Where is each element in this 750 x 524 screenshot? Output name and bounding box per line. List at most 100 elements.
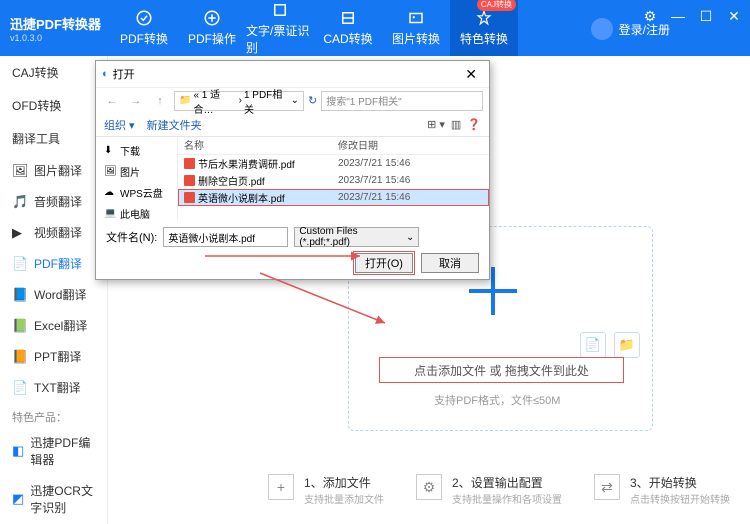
sidebar-item-image-translate[interactable]: 🖼图片翻译	[0, 155, 107, 186]
tab-label: 文字/票证识别	[246, 22, 314, 56]
file-row[interactable]: 删除空白页.pdf2023/7/21 15:46	[178, 172, 489, 189]
sidebar-item-txt-translate[interactable]: 📄TXT翻译	[0, 372, 107, 403]
add-file-icon[interactable]: 📄	[580, 332, 606, 358]
tree-downloads[interactable]: ⬇下载	[96, 140, 177, 161]
filename-label: 文件名(N):	[106, 229, 157, 245]
sidebar-item-excel-translate[interactable]: 📗Excel翻译	[0, 310, 107, 341]
tree-pictures[interactable]: 🖼图片	[96, 161, 177, 182]
sidebar-item-pdf-translate[interactable]: 📄 PDF翻译	[0, 248, 107, 279]
tree-label: 此电脑	[120, 206, 150, 221]
dialog-toolbar: 组织 ▾ 新建文件夹 ⊞ ▾ ▥ ❓	[96, 113, 489, 137]
avatar-icon	[591, 18, 613, 40]
filetype-dropdown[interactable]: Custom Files (*.pdf;*.pdf)⌄	[294, 227, 419, 247]
tab-label: 图片转换	[392, 30, 440, 47]
step-sub: 支持批量添加文件	[304, 491, 384, 506]
maximize-icon[interactable]: ☐	[698, 8, 714, 25]
pdf-file-icon	[184, 158, 195, 169]
search-input[interactable]: 搜索"1 PDF相关"	[321, 91, 483, 111]
step-sub: 点击转换按钮开始转换	[630, 491, 730, 506]
col-date[interactable]: 修改日期	[338, 137, 438, 154]
dropzone-hint-text: 点击添加文件 或 拖拽文件到此处	[414, 362, 589, 379]
search-placeholder: 搜索"1 PDF相关"	[326, 93, 401, 108]
breadcrumb[interactable]: 📁 « 1 适合… › 1 PDF相关 ⌄	[174, 91, 304, 111]
sidebar-item-label: PDF翻译	[34, 255, 82, 272]
sidebar-group-caj[interactable]: CAJ转换	[0, 56, 107, 89]
tab-pdf-op[interactable]: PDF操作	[178, 0, 246, 56]
sidebar-item-ppt-translate[interactable]: 📙 PPT翻译	[0, 341, 107, 372]
breadcrumb-part: « 1 适合…	[193, 86, 236, 116]
new-folder-button[interactable]: 新建文件夹	[147, 117, 202, 133]
sidebar-item-label: Excel翻译	[34, 317, 87, 334]
tree-wps-cloud[interactable]: ☁WPS云盘	[96, 182, 177, 203]
sidebar-item-label: 迅捷OCR文字识别	[30, 482, 95, 516]
file-date: 2023/7/21 15:46	[338, 158, 438, 169]
tab-label: 特色转换	[460, 30, 508, 47]
sidebar-item-video-translate[interactable]: ▶视频翻译	[0, 217, 107, 248]
col-name[interactable]: 名称	[178, 137, 338, 154]
steps-row: + 1、添加文件支持批量添加文件 ⚙ 2、设置输出配置支持批量操作和各项设置 ⇄…	[268, 474, 730, 506]
pdf-file-icon	[184, 175, 195, 186]
sidebar-group-translate[interactable]: 翻译工具	[0, 122, 107, 155]
sidebar-special-ocr[interactable]: ◩ 迅捷OCR文字识别	[0, 475, 107, 523]
add-folder-icon[interactable]: 📁	[614, 332, 640, 358]
tab-cad[interactable]: CAD转换	[314, 0, 382, 56]
tab-label: PDF操作	[188, 30, 236, 47]
sidebar-item-label: PPT翻译	[34, 348, 81, 365]
pdf-file-icon	[184, 192, 195, 203]
file-open-dialog: ◐打开 ✕ ← → ↑ 📁 « 1 适合… › 1 PDF相关 ⌄ ↻ 搜索"1…	[95, 60, 490, 280]
sidebar-item-label: Word翻译	[34, 286, 86, 303]
step-2: ⚙ 2、设置输出配置支持批量操作和各项设置	[416, 474, 562, 506]
audio-icon: 🎵	[12, 194, 28, 210]
nav-back-icon[interactable]: ←	[102, 95, 122, 107]
tab-badge: CAJ转换	[477, 0, 516, 11]
ppt-icon: 📙	[12, 349, 28, 365]
preview-pane-icon[interactable]: ▥	[451, 118, 461, 131]
step-title: 设置输出配置	[471, 476, 543, 490]
file-row-selected[interactable]: 英语微小说剧本.pdf2023/7/21 15:46	[178, 189, 489, 206]
tree-label: 图片	[120, 164, 140, 179]
header-tabs: PDF转换 PDF操作 文字/票证识别 CAD转换 图片转换 CAJ转换特色转换	[110, 0, 518, 56]
view-mode-icon[interactable]: ⊞ ▾	[427, 118, 445, 131]
sidebar-special-pdf-editor[interactable]: ◧迅捷PDF编辑器	[0, 427, 107, 475]
ocr-icon: ◩	[12, 491, 24, 507]
app-logo: 迅捷PDF转换器 v1.0.3.0	[0, 14, 110, 43]
step-1: + 1、添加文件支持批量添加文件	[268, 474, 384, 506]
dialog-titlebar: ◐打开 ✕	[96, 61, 489, 87]
file-row[interactable]: 节后水果消费调研.pdf2023/7/21 15:46	[178, 155, 489, 172]
help-icon[interactable]: ❓	[467, 118, 481, 131]
nav-forward-icon[interactable]: →	[126, 95, 146, 107]
open-button[interactable]: 打开(O)	[355, 253, 413, 273]
file-date: 2023/7/21 15:46	[338, 175, 438, 186]
tree-label: 下载	[120, 143, 140, 158]
cancel-button[interactable]: 取消	[421, 253, 479, 273]
close-icon[interactable]: ✕	[726, 8, 742, 25]
tab-pdf-convert[interactable]: PDF转换	[110, 0, 178, 56]
chevron-down-icon[interactable]: ⌄	[291, 95, 299, 106]
minimize-icon[interactable]: —	[670, 8, 686, 25]
refresh-icon[interactable]: ↻	[308, 94, 317, 107]
sidebar-group-ofd[interactable]: OFD转换	[0, 89, 107, 122]
sidebar: CAJ转换 OFD转换 翻译工具 🖼图片翻译 🎵音频翻译 ▶视频翻译 📄 PDF翻…	[0, 56, 108, 524]
tab-ocr[interactable]: 文字/票证识别	[246, 0, 314, 56]
tab-special[interactable]: CAJ转换特色转换	[450, 0, 518, 56]
chevron-right-icon: ›	[239, 95, 242, 106]
sidebar-item-label: TXT翻译	[34, 379, 81, 396]
dialog-nav: ← → ↑ 📁 « 1 适合… › 1 PDF相关 ⌄ ↻ 搜索"1 PDF相关…	[96, 87, 489, 113]
organize-menu[interactable]: 组织 ▾	[104, 117, 135, 133]
tree-label: WPS云盘	[120, 185, 163, 200]
step-add-icon: +	[268, 474, 294, 500]
tab-image[interactable]: 图片转换	[382, 0, 450, 56]
filename-input[interactable]	[163, 227, 288, 247]
sidebar-item-audio-translate[interactable]: 🎵音频翻译	[0, 186, 107, 217]
app-version: v1.0.3.0	[10, 33, 110, 43]
file-list: 名称 修改日期 节后水果消费调研.pdf2023/7/21 15:46 删除空白…	[178, 137, 489, 221]
dialog-close-icon[interactable]: ✕	[459, 66, 483, 83]
settings-icon[interactable]: ⚙	[642, 8, 658, 25]
tree-this-pc[interactable]: 💻此电脑	[96, 203, 177, 224]
nav-up-icon[interactable]: ↑	[150, 95, 170, 107]
sidebar-item-word-translate[interactable]: 📘 Word翻译	[0, 279, 107, 310]
folder-icon: 📁	[179, 95, 191, 106]
pdf-icon: 📄	[12, 256, 28, 272]
app-title: 迅捷PDF转换器	[10, 14, 110, 33]
word-icon: 📘	[12, 287, 28, 303]
